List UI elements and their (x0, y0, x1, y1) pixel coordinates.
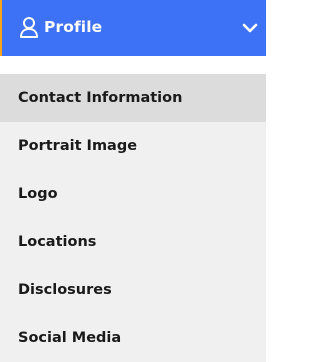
menu-item-disclosures[interactable]: Disclosures (0, 266, 266, 314)
profile-menu: Contact Information Portrait Image Logo … (0, 74, 266, 362)
menu-item-social-media[interactable]: Social Media (0, 314, 266, 362)
menu-item-label: Locations (18, 234, 97, 250)
menu-item-label: Logo (18, 186, 58, 202)
menu-item-label: Portrait Image (18, 138, 138, 154)
menu-item-locations[interactable]: Locations (0, 218, 266, 266)
chevron-down-icon[interactable] (242, 20, 258, 34)
menu-item-label: Social Media (18, 330, 122, 346)
menu-item-label: Contact Information (18, 90, 183, 106)
menu-item-label: Disclosures (18, 282, 112, 298)
profile-header[interactable]: Profile (0, 0, 266, 56)
user-icon (19, 16, 39, 38)
profile-title: Profile (44, 18, 103, 36)
menu-item-logo[interactable]: Logo (0, 170, 266, 218)
menu-item-portrait-image[interactable]: Portrait Image (0, 122, 266, 170)
menu-item-contact-information[interactable]: Contact Information (0, 74, 266, 122)
